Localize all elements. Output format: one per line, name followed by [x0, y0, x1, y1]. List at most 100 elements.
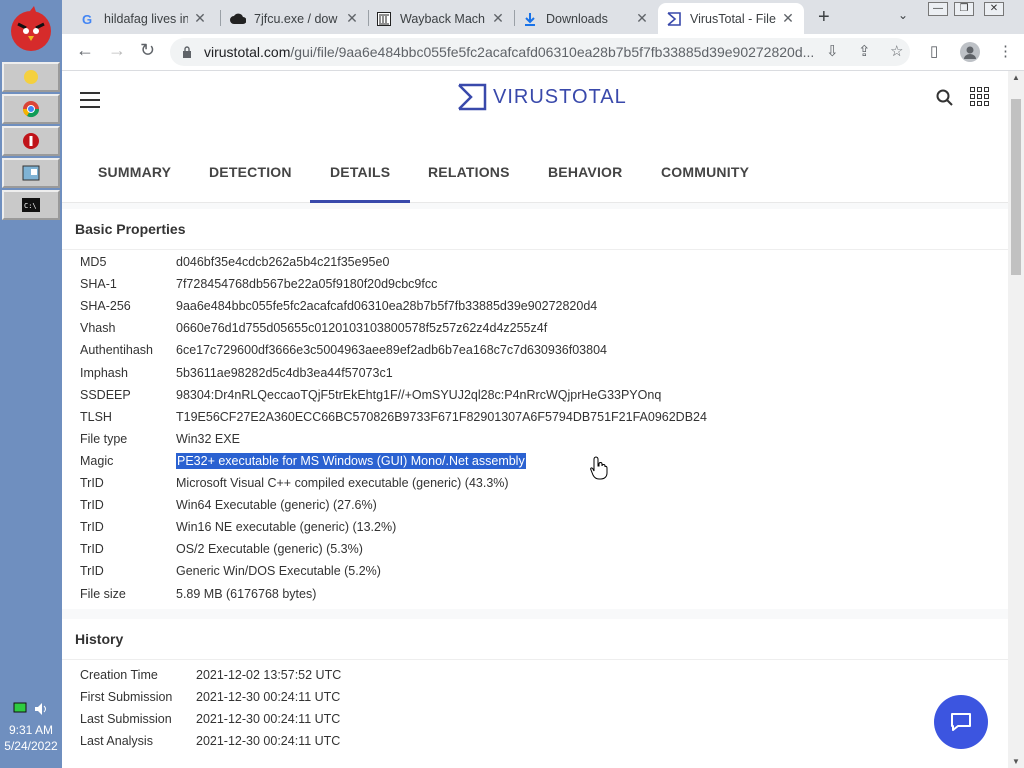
close-tab-icon[interactable]: ✕ — [490, 10, 506, 27]
basic-property-key: TrID — [80, 564, 104, 579]
basic-properties-title: Basic Properties — [62, 209, 1008, 250]
lock-icon[interactable] — [182, 46, 192, 58]
brand-name: VIRUSTOTAL — [493, 85, 627, 108]
basic-property-value[interactable]: 5.89 MB (6176768 bytes) — [176, 587, 316, 601]
basic-property-key: Magic — [80, 453, 114, 468]
close-tab-icon[interactable]: ✕ — [344, 10, 360, 27]
tab-behavior[interactable]: BEHAVIOR — [528, 147, 642, 203]
taskbar-button-explorer[interactable] — [2, 62, 60, 92]
basic-property-value[interactable]: 98304:Dr4nRLQeccaoTQjF5trEkEhtg1F//+OmSY… — [176, 388, 661, 402]
restore-window-button[interactable]: ❐ — [954, 2, 974, 16]
archive-icon — [376, 11, 392, 27]
history-value[interactable]: 2021-12-02 13:57:52 UTC — [196, 668, 341, 682]
scroll-down-arrow-icon[interactable]: ▼ — [1012, 757, 1020, 766]
taskbar-button-chrome[interactable] — [2, 94, 60, 124]
basic-property-value[interactable]: Win64 Executable (generic) (27.6%) — [176, 498, 377, 512]
tab-detection[interactable]: DETECTION — [189, 147, 312, 203]
browser-tab-title: VirusTotal - File — [690, 11, 776, 26]
basic-property-value-text: 5.89 MB (6176768 bytes) — [176, 586, 317, 601]
tab-details[interactable]: DETAILS — [310, 147, 411, 203]
vt-logo[interactable]: VIRUSTOTAL — [457, 83, 627, 111]
minimize-window-button[interactable]: — — [928, 2, 948, 16]
page-scrollbar[interactable]: ▲ ▼ — [1008, 71, 1024, 768]
basic-property-value-text: 0660e76d1d755d05655c0120103103800578f5z5… — [176, 321, 548, 336]
chat-button[interactable] — [934, 695, 988, 749]
google-icon: G — [80, 11, 96, 27]
install-app-icon[interactable]: ⇩ — [826, 42, 839, 60]
cloud-download-icon — [230, 11, 246, 27]
angry-bird-logo-icon[interactable] — [6, 4, 56, 54]
side-panel-icon[interactable]: ▯ — [930, 42, 938, 60]
basic-property-value[interactable]: OS/2 Executable (generic) (5.3%) — [176, 542, 363, 556]
bookmark-star-icon[interactable]: ☆ — [890, 42, 903, 60]
basic-property-key: TrID — [80, 476, 104, 490]
search-icon[interactable] — [936, 89, 954, 107]
basic-property-value[interactable]: 5b3611ae98282d5c4db3ea44f57073c1 — [176, 366, 393, 380]
close-tab-icon[interactable]: ✕ — [634, 10, 650, 27]
history-value[interactable]: 2021-12-30 00:24:11 UTC — [196, 712, 340, 726]
reload-button[interactable]: ↻ — [140, 40, 155, 61]
browser-tab-1[interactable]: G hildafag lives in ✕ — [72, 3, 216, 34]
basic-property-key: TrID — [80, 498, 104, 513]
basic-property-value[interactable]: Generic Win/DOS Executable (5.2%) — [176, 564, 381, 578]
taskbar-button-window[interactable] — [2, 158, 60, 188]
tab-relations[interactable]: RELATIONS — [408, 147, 530, 203]
scroll-up-arrow-icon[interactable]: ▲ — [1012, 73, 1020, 82]
basic-property-value[interactable]: d046bf35e4cdcb262a5b4c21f35e95e0 — [176, 255, 389, 269]
basic-property-value-text: OS/2 Executable (generic) (5.3%) — [176, 542, 363, 557]
taskbar-button-console[interactable]: C:\ — [2, 190, 60, 220]
browser-tab-5-active[interactable]: VirusTotal - File ✕ — [658, 3, 804, 34]
basic-property-value-text: d046bf35e4cdcb262a5b4c21f35e95e0 — [176, 255, 390, 269]
forward-button[interactable]: → — [108, 40, 126, 61]
basic-property-key: SHA-256 — [80, 299, 131, 314]
hamburger-menu-icon[interactable] — [80, 87, 100, 113]
scrollbar-thumb[interactable] — [1011, 99, 1021, 275]
system-tray: 9:31 AM 5/24/2022 — [0, 702, 62, 754]
browser-menu-icon[interactable]: ⋮ — [998, 42, 1013, 60]
basic-property-value[interactable]: PE32+ executable for MS Windows (GUI) Mo… — [176, 452, 526, 469]
profile-avatar-icon[interactable] — [960, 42, 980, 62]
apps-grid-icon[interactable] — [970, 87, 989, 106]
share-icon[interactable]: ⇪ — [858, 42, 871, 60]
download-icon — [522, 11, 538, 27]
basic-property-value-text: Win16 NE executable (generic) (13.2%) — [176, 520, 397, 535]
browser-tab-3[interactable]: Wayback Mach ✕ — [368, 3, 514, 34]
basic-property-value-text: 6ce17c729600df3666e3c5004963aee89ef2adb6… — [176, 343, 607, 358]
close-tab-icon[interactable]: ✕ — [192, 10, 208, 27]
basic-property-key: TrID — [80, 520, 104, 535]
basic-property-value[interactable]: 9aa6e484bbc055fe5fc2acafcafd06310ea28b7b… — [176, 299, 597, 313]
browser-tab-2[interactable]: 7jfcu.exe / dow ✕ — [222, 3, 368, 34]
basic-property-value[interactable]: T19E56CF27E2A360ECC66BC570826B9733F671F8… — [176, 410, 707, 424]
basic-property-key: TLSH — [80, 409, 112, 424]
history-value-text: 2021-12-30 00:24:11 UTC — [196, 734, 341, 749]
close-tab-icon[interactable]: ✕ — [780, 10, 796, 27]
taskbar-button-stop[interactable] — [2, 126, 60, 156]
basic-property-value[interactable]: 6ce17c729600df3666e3c5004963aee89ef2adb6… — [176, 343, 607, 357]
browser-tab-title: hildafag lives in — [104, 11, 188, 26]
basic-property-value[interactable]: Microsoft Visual C++ compiled executable… — [176, 476, 509, 490]
address-bar[interactable]: virustotal.com/gui/file/9aa6e484bbc055fe… — [170, 38, 910, 66]
svg-text:G: G — [82, 12, 92, 26]
basic-property-value-text: 98304:Dr4nRLQeccaoTQjF5trEkEhtg1F//+OmSY… — [176, 387, 662, 402]
virustotal-logo-icon — [458, 83, 487, 111]
basic-property-value[interactable]: Win32 EXE — [176, 432, 240, 446]
basic-property-value[interactable]: 0660e76d1d755d05655c0120103103800578f5z5… — [176, 321, 547, 335]
history-key: First Submission — [80, 690, 173, 705]
basic-property-value[interactable]: Win16 NE executable (generic) (13.2%) — [176, 520, 396, 534]
history-value[interactable]: 2021-12-30 00:24:11 UTC — [196, 690, 340, 704]
tab-community[interactable]: COMMUNITY — [641, 147, 769, 203]
browser-tab-4[interactable]: Downloads ✕ — [514, 3, 658, 34]
history-key: Last Analysis — [80, 734, 153, 749]
close-window-button[interactable]: ✕ — [984, 2, 1004, 16]
network-icon[interactable] — [13, 702, 27, 714]
basic-property-value[interactable]: 7f728454768db567be22a05f9180f20d9cbc9fcc — [176, 277, 437, 291]
back-button[interactable]: ← — [76, 40, 94, 61]
tab-search-chevron-icon[interactable]: ⌄ — [898, 8, 908, 22]
new-tab-button[interactable]: + — [818, 6, 830, 29]
tab-summary[interactable]: SUMMARY — [78, 147, 191, 203]
history-value[interactable]: 2021-12-30 00:24:11 UTC — [196, 734, 340, 748]
volume-icon[interactable] — [33, 702, 49, 716]
vt-header: VIRUSTOTAL — [62, 71, 1008, 147]
basic-property-value-text: T19E56CF27E2A360ECC66BC570826B9733F671F8… — [176, 409, 707, 424]
browser-tab-title: 7jfcu.exe / dow — [254, 11, 338, 26]
